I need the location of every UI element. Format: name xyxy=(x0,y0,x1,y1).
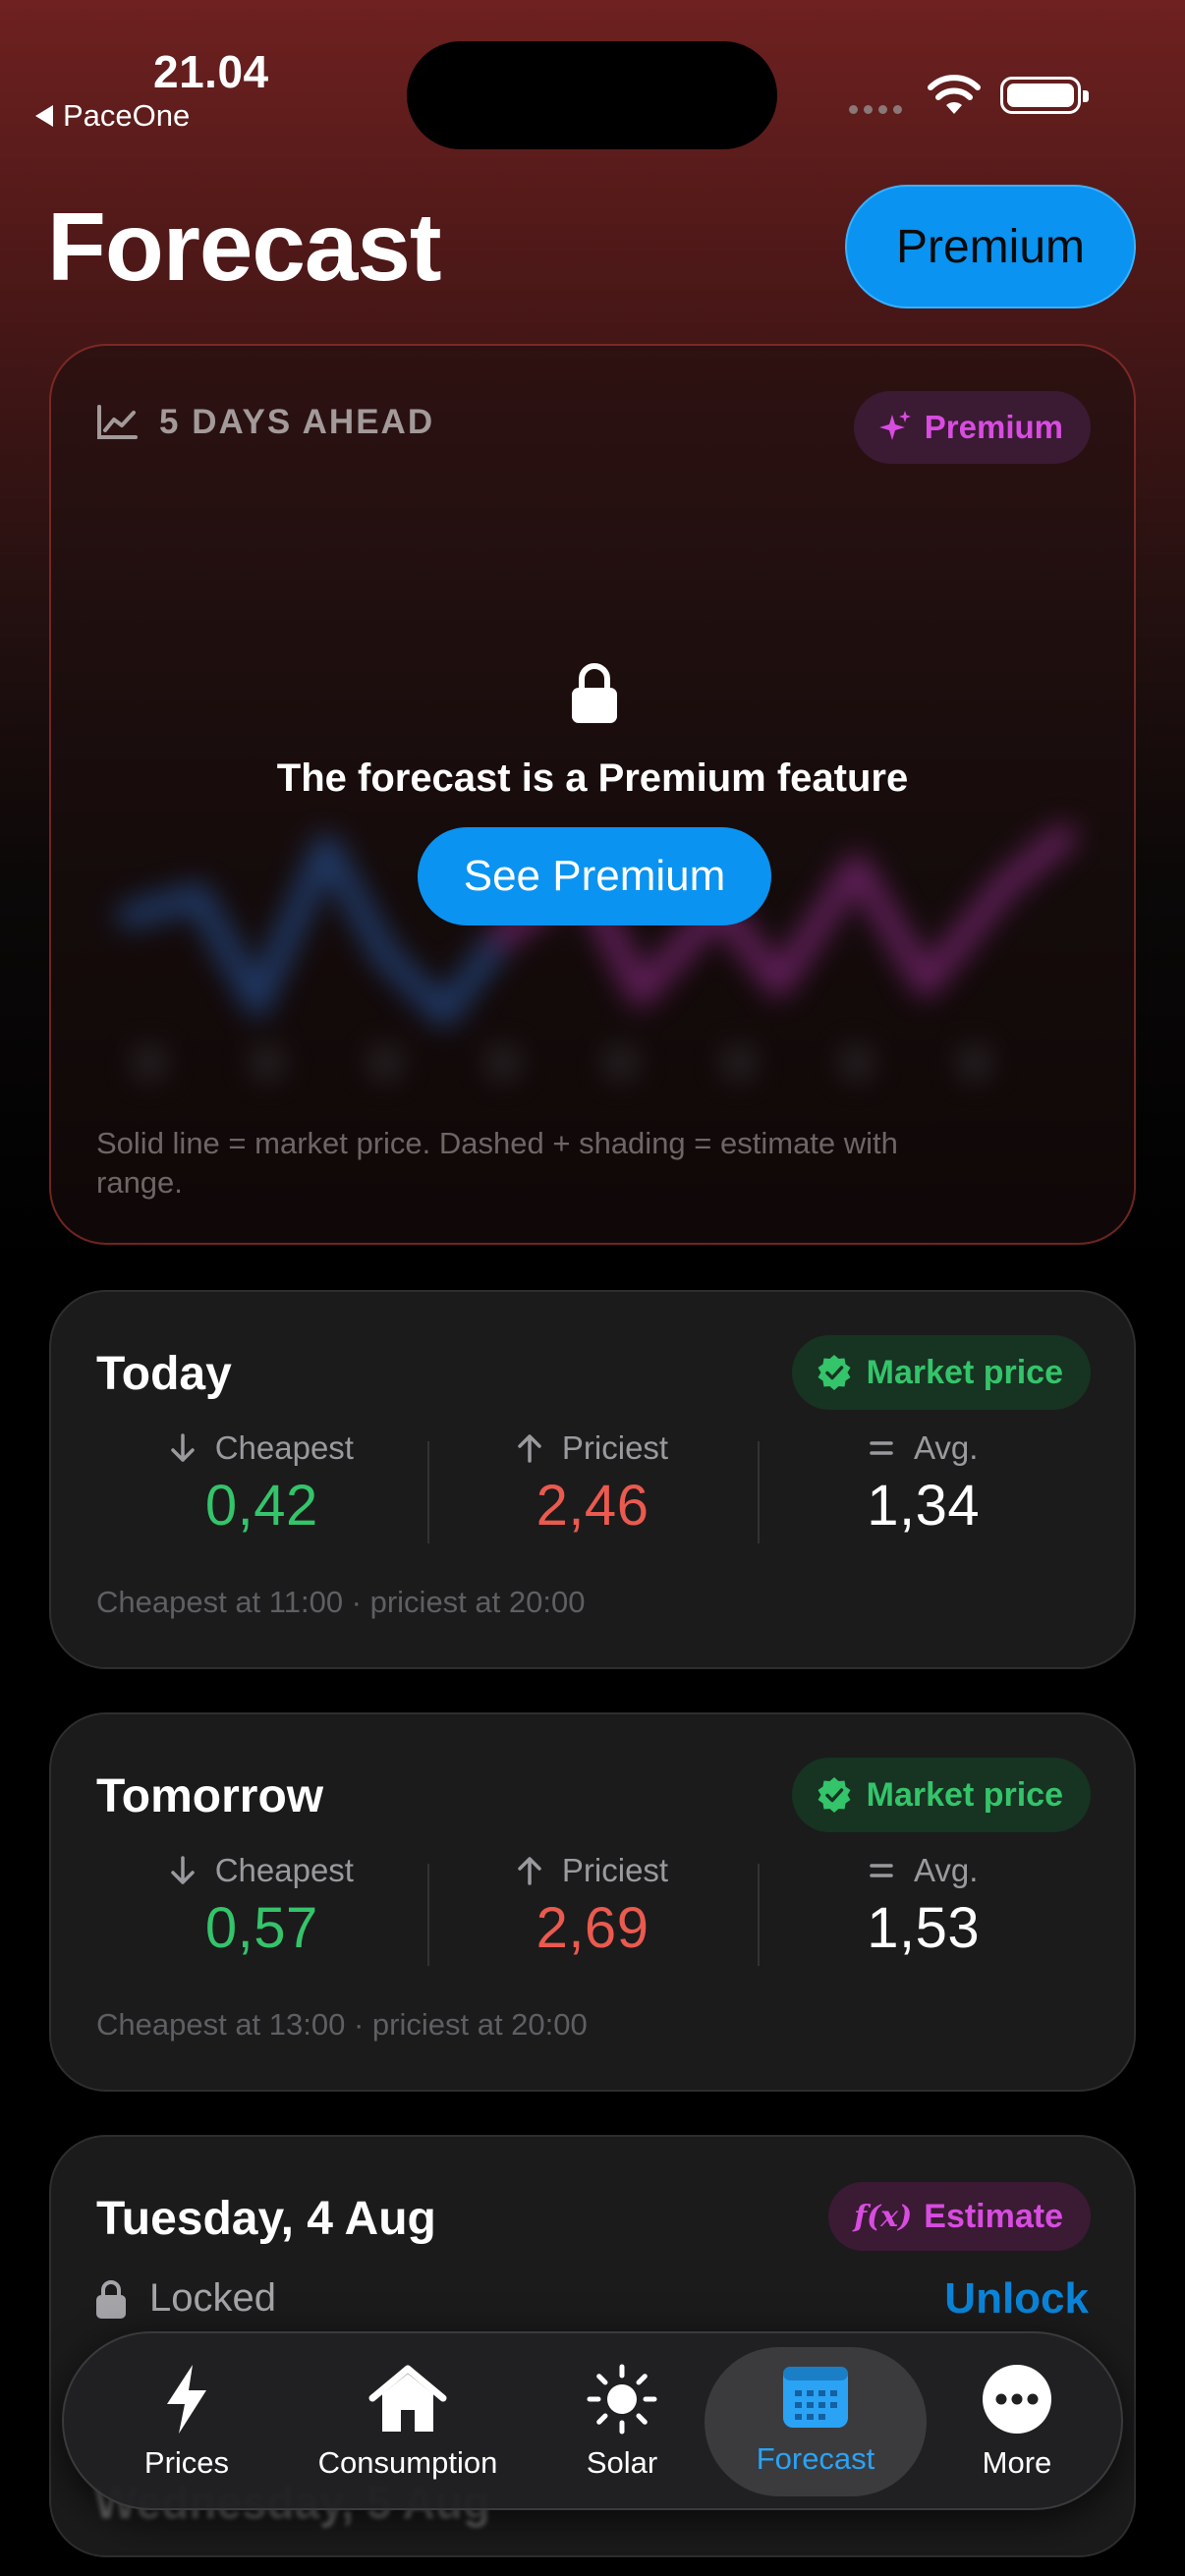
market-price-badge-label: Market price xyxy=(866,1775,1063,1814)
price-stats: Cheapest 0,42 Priciest 2,46 Avg. 1,34 xyxy=(96,1429,1089,1555)
premium-feature-message: The forecast is a Premium feature xyxy=(276,756,909,800)
verified-check-icon xyxy=(818,1777,851,1813)
tab-forecast[interactable]: Forecast xyxy=(705,2347,927,2496)
tab-solar[interactable]: Solar xyxy=(555,2347,689,2496)
status-time: 21.04 xyxy=(153,46,269,97)
forecast-heading: 5 DAYS AHEAD xyxy=(96,403,434,442)
premium-button[interactable]: Premium xyxy=(845,185,1136,308)
tab-prices[interactable]: Prices xyxy=(103,2347,270,2496)
equals-icon xyxy=(870,1864,893,1877)
day-title: Tuesday, 4 Aug xyxy=(96,2193,436,2245)
tab-bar: Prices Consumption Solar Forecast More xyxy=(62,2331,1123,2510)
signal-dots-icon xyxy=(849,105,902,114)
page-title: Forecast xyxy=(47,193,442,301)
see-premium-button[interactable]: See Premium xyxy=(418,827,771,925)
stat-label: Priciest xyxy=(561,1429,669,1466)
locked-label: Locked xyxy=(149,2276,276,2320)
estimate-badge: f(x) Estimate xyxy=(828,2182,1091,2251)
arrow-up-icon xyxy=(518,1857,541,1885)
tab-label: Prices xyxy=(143,2445,230,2480)
tab-label: Forecast xyxy=(756,2441,875,2476)
arrow-up-icon xyxy=(518,1434,541,1463)
stat-priciest: Priciest 2,69 xyxy=(426,1852,759,1978)
equals-icon xyxy=(870,1441,893,1455)
sun-icon xyxy=(587,2364,657,2435)
day-card-today[interactable]: Today Market price Cheapest 0,42 Pricies… xyxy=(49,1290,1136,1669)
stat-label: Cheapest xyxy=(214,1852,354,1888)
stat-priciest: Priciest 2,46 xyxy=(426,1429,759,1555)
calendar-icon xyxy=(783,2367,848,2428)
stat-label: Priciest xyxy=(561,1852,669,1888)
arrow-down-icon xyxy=(170,1856,195,1884)
battery-icon xyxy=(1000,77,1089,114)
wifi-icon xyxy=(928,75,981,114)
blurred-forecast-chart xyxy=(117,824,1076,1081)
verified-check-icon xyxy=(818,1355,851,1390)
stat-value: 0,42 xyxy=(204,1474,318,1538)
premium-badge-label: Premium xyxy=(924,409,1063,445)
unlock-button[interactable]: Unlock xyxy=(944,2274,1089,2324)
tab-label: Consumption xyxy=(317,2445,498,2480)
stat-label: Cheapest xyxy=(214,1429,354,1466)
stat-label: Avg. xyxy=(913,1429,979,1466)
back-app-label: PaceOne xyxy=(63,98,191,133)
arrow-down-icon xyxy=(170,1433,195,1462)
forecast-legend-note: Solid line = market price. Dashed + shad… xyxy=(96,1126,898,1200)
day-footnote: Cheapest at 11:00 · priciest at 20:00 xyxy=(96,1585,586,1619)
market-price-badge: Market price xyxy=(791,1335,1091,1410)
market-price-badge-label: Market price xyxy=(866,1353,1063,1391)
tab-label: Solar xyxy=(586,2445,658,2480)
day-footnote: Cheapest at 13:00 · priciest at 20:00 xyxy=(96,2007,588,2042)
bolt-icon xyxy=(167,2365,206,2434)
stat-value: 0,57 xyxy=(204,1896,318,1960)
back-to-app[interactable]: PaceOne xyxy=(35,98,190,134)
forecast-card: 5 DAYS AHEAD Premium The forecast is a P… xyxy=(49,344,1136,1245)
dynamic-island xyxy=(407,41,777,149)
sparkles-icon xyxy=(878,411,911,440)
stat-value: 2,69 xyxy=(536,1896,649,1960)
stat-label: Avg. xyxy=(913,1852,979,1888)
day-title: Tomorrow xyxy=(96,1770,324,1822)
tab-label: More xyxy=(982,2445,1052,2480)
locked-status: Locked xyxy=(96,2276,276,2321)
stat-average: Avg. 1,34 xyxy=(758,1429,1089,1555)
estimate-badge-label: Estimate xyxy=(924,2197,1063,2235)
forecast-heading-label: 5 DAYS AHEAD xyxy=(159,403,435,441)
day-card-tomorrow[interactable]: Tomorrow Market price Cheapest 0,57 Pric… xyxy=(49,1712,1136,2092)
market-price-badge: Market price xyxy=(791,1758,1091,1832)
price-stats: Cheapest 0,57 Priciest 2,69 Avg. 1,53 xyxy=(96,1852,1089,1978)
stat-average: Avg. 1,53 xyxy=(758,1852,1089,1978)
stat-value: 2,46 xyxy=(536,1474,649,1538)
stat-cheapest: Cheapest 0,42 xyxy=(96,1429,427,1555)
stat-value: 1,34 xyxy=(867,1474,981,1538)
chart-line-icon xyxy=(97,405,138,439)
house-icon xyxy=(368,2365,447,2432)
day-title: Today xyxy=(96,1348,232,1400)
stat-cheapest: Cheapest 0,57 xyxy=(96,1852,427,1978)
function-icon: f(x) xyxy=(854,2199,913,2234)
tab-more[interactable]: More xyxy=(948,2347,1086,2496)
lock-icon xyxy=(96,2279,126,2319)
premium-badge: Premium xyxy=(853,391,1091,464)
lock-icon xyxy=(572,663,617,723)
tab-consumption[interactable]: Consumption xyxy=(300,2347,516,2496)
stat-value: 1,53 xyxy=(867,1896,981,1960)
back-triangle-icon xyxy=(35,105,53,127)
ellipsis-circle-icon xyxy=(983,2365,1051,2434)
